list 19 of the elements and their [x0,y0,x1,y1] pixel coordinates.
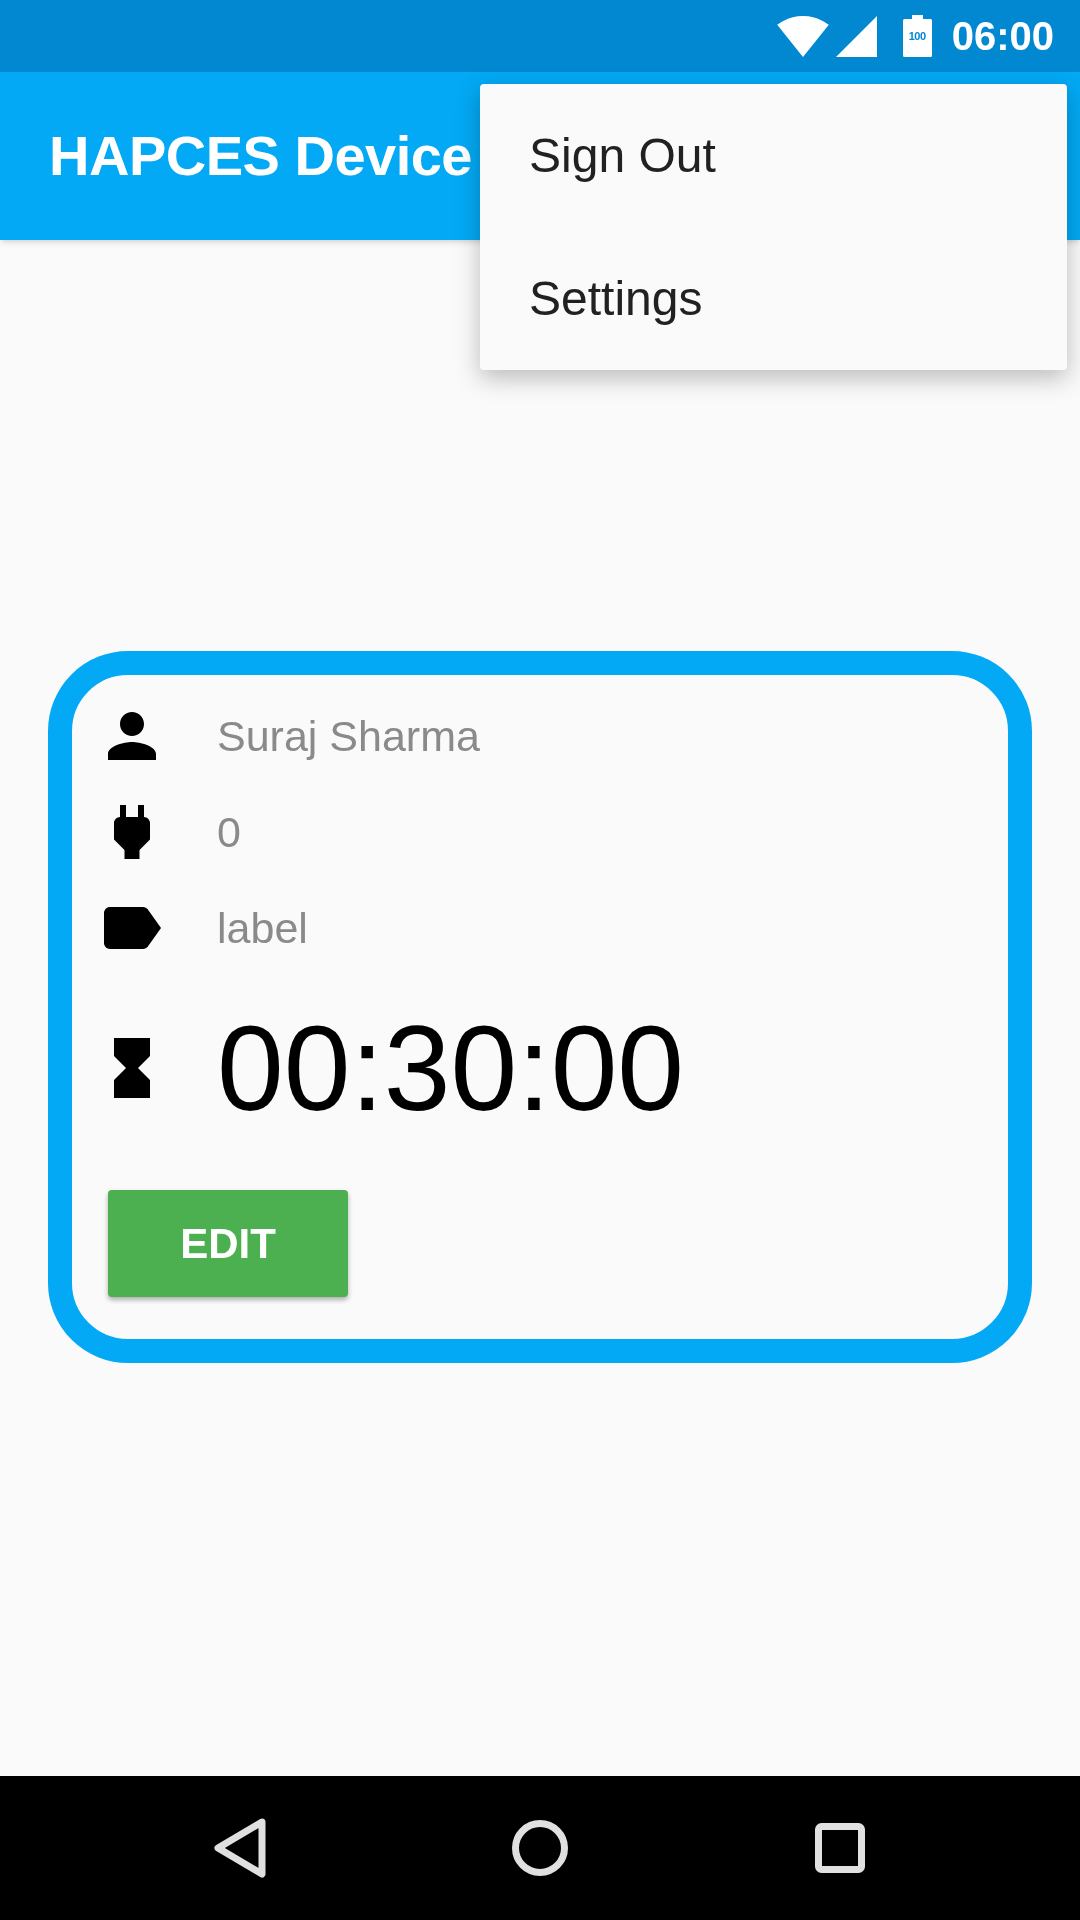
home-icon[interactable] [512,1820,568,1876]
menu-item[interactable]: Settings [480,227,1067,370]
battery-percent: 100 [907,31,927,42]
user-name: Suraj Sharma [217,714,480,758]
cell-signal-icon [835,15,877,57]
status-time: 06:00 [951,16,1054,56]
recents-icon[interactable] [815,1823,865,1873]
app-title: HAPCES Device [49,128,472,184]
plug-value: 0 [217,810,241,854]
hourglass-icon [114,1038,150,1098]
menu-item[interactable]: Sign Out [480,84,1067,227]
wifi-icon [776,15,829,57]
tag-text: label [217,906,308,950]
tag-icon [103,907,161,949]
plug-icon [114,805,150,859]
battery-icon [902,15,932,57]
timer-readout: 00:30:00 [217,1008,685,1128]
back-icon[interactable] [214,1818,266,1878]
person-icon [108,712,156,760]
